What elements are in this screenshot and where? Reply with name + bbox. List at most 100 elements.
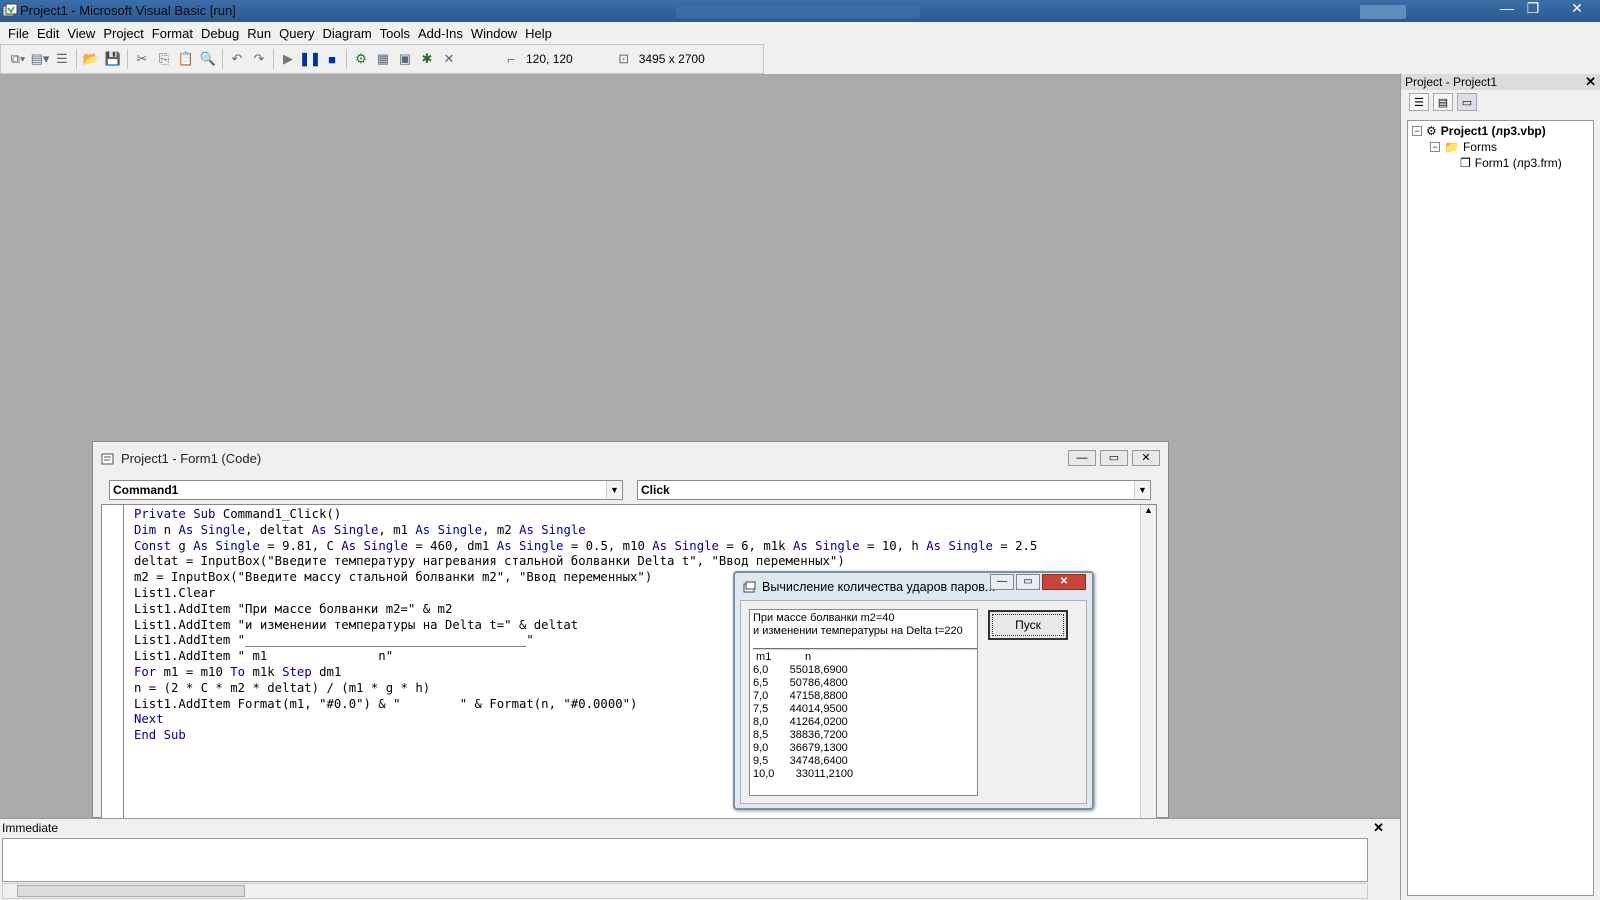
close-icon[interactable]: ✕ [1585,74,1596,90]
form-close-button[interactable]: ✕ [1042,574,1086,590]
menu-edit[interactable]: Edit [33,26,63,41]
list-item[interactable]: ________________________________________ [753,638,977,651]
code-close-button[interactable]: ✕ [1132,450,1160,466]
end-icon[interactable]: ■ [321,48,343,70]
toggle-folders-icon[interactable]: ▭ [1457,93,1477,111]
menu-help[interactable]: Help [521,26,556,41]
scrollbar-thumb[interactable] [17,885,245,897]
list-item[interactable]: 9,5 34748,6400 [753,755,974,768]
close-button[interactable]: ✕ [1564,0,1590,18]
copy-icon[interactable]: ⎘ [153,48,175,70]
list-item[interactable]: 8,0 41264,0200 [753,716,974,729]
view-code-icon[interactable]: ☰ [1409,93,1429,111]
immediate-title-bar[interactable]: Immediate ✕ [0,819,1400,837]
results-listbox[interactable]: При массе болванки m2=40 и изменении темп… [749,609,978,796]
menu-tools[interactable]: Tools [376,26,414,41]
form-minimize-button[interactable]: — [990,574,1014,590]
list-item[interactable]: 10,0 33011,2100 [753,768,974,781]
menu-editor-icon[interactable]: ☰ [51,48,73,70]
code-token: deltat = InputBox("Введите температуру н… [134,554,845,569]
paste-icon[interactable]: 📋 [175,48,197,70]
break-icon[interactable]: ❚❚ [299,48,321,70]
list-item[interactable]: 8,5 38836,7200 [753,729,974,742]
form-title-bar[interactable]: Вычисление количества ударов паров... [743,580,995,594]
chevron-down-icon[interactable]: ▼ [606,481,622,499]
code-token: , m2 [482,522,520,537]
list-item[interactable]: 7,0 47158,8800 [753,690,974,703]
form-layout-icon[interactable]: ▣ [394,48,416,70]
project-explorer-title-bar[interactable]: Project - Project1 ✕ [1401,74,1600,90]
add-project-icon[interactable]: ⧉▾ [7,48,29,70]
procedure-combo[interactable]: Click ▼ [637,480,1151,500]
menu-debug[interactable]: Debug [197,26,243,41]
minimize-button[interactable]: — [1494,0,1520,18]
find-icon[interactable]: 🔍 [197,48,219,70]
form-icon [743,581,756,592]
code-margin [102,505,124,818]
list-item[interactable]: m1 n [753,651,974,664]
open-project-icon[interactable]: 📂 [80,48,102,70]
code-token: List1.AddItem " m1 n" [134,649,394,664]
code-line: Const g As Single = 9.81, C As Single = … [134,539,1037,555]
menu-addins[interactable]: Add-Ins [414,26,467,41]
immediate-horizontal-scrollbar[interactable] [2,883,1368,899]
code-token: = 0.5, m10 [563,538,653,553]
menu-query[interactable]: Query [275,26,318,41]
view-object-icon[interactable]: ▤ [1433,93,1453,111]
collapse-icon[interactable]: − [1412,126,1422,136]
properties-window-icon[interactable]: ▦ [372,48,394,70]
restore-button[interactable]: ❐ [1520,0,1546,18]
object-browser-icon[interactable]: ✱ [416,48,438,70]
start-button[interactable]: Пуск [988,610,1068,640]
menu-window[interactable]: Window [467,26,521,41]
menu-project[interactable]: Project [99,26,147,41]
code-token: List1.AddItem "и изменении температуры н… [134,617,579,632]
list-item[interactable]: и изменении температуры на Delta t=220 [753,625,974,638]
code-line: deltat = InputBox("Введите температуру н… [134,554,1037,570]
code-token: n [163,522,179,537]
menu-view[interactable]: View [63,26,99,41]
start-icon[interactable]: ▶ [277,48,299,70]
code-token: = 6, m1k [718,538,793,553]
tree-item-forms[interactable]: − 📁 Forms [1430,140,1497,154]
menu-run[interactable]: Run [243,26,275,41]
chevron-down-icon[interactable]: ▼ [1134,481,1150,499]
save-project-icon[interactable]: 💾 [102,48,124,70]
list-item[interactable]: 7,5 44014,9500 [753,703,974,716]
form-maximize-button[interactable]: ▭ [1016,574,1040,590]
list-item[interactable]: При массе болванки m2=40 [753,612,974,625]
tree-item-form1[interactable]: ❐ Form1 (лр3.frm) [1460,156,1562,170]
code-vertical-scrollbar[interactable]: ▲ [1140,505,1156,818]
code-minimize-button[interactable]: — [1068,450,1096,466]
code-keyword: To [230,664,253,679]
list-item[interactable]: 6,5 50786,4800 [753,677,974,690]
cut-icon[interactable]: ✂ [131,48,153,70]
menu-diagram[interactable]: Diagram [319,26,376,41]
immediate-input[interactable] [2,838,1368,882]
menu-format[interactable]: Format [148,26,197,41]
list-item[interactable]: 9,0 36679,1300 [753,742,974,755]
toolbox-icon[interactable]: ✕ [438,48,460,70]
toolbar-separator [273,49,274,69]
project-explorer: Project - Project1 ✕ ☰ ▤ ▭ − ⚙ Project1 … [1400,74,1600,900]
menu-file[interactable]: File [4,26,33,41]
undo-icon[interactable]: ↶ [226,48,248,70]
collapse-icon[interactable]: − [1430,142,1440,152]
code-maximize-button[interactable]: ▭ [1100,450,1128,466]
code-token: List1.AddItem "_________________________… [134,633,534,648]
project-explorer-icon[interactable]: ⚙ [350,48,372,70]
object-combo[interactable]: Command1 ▼ [109,480,623,500]
code-token: List1.AddItem "При массе болванки m2=" &… [134,601,453,616]
tree-item-project[interactable]: − ⚙ Project1 (лр3.vbp) [1412,124,1546,138]
size-icon: ⊡ [618,51,630,66]
add-form-icon[interactable]: ▤▾ [29,48,51,70]
close-icon[interactable]: ✕ [1373,819,1384,837]
code-keyword: As Single [341,538,408,553]
vb-app-icon[interactable] [2,3,18,19]
form-file-icon: ❐ [1460,156,1471,170]
form-title: Вычисление количества ударов паров... [762,580,996,594]
list-item[interactable]: 6,0 55018,6900 [753,664,974,677]
code-token: dm1 [319,664,342,679]
redo-icon[interactable]: ↷ [248,48,270,70]
code-window-title-bar[interactable]: Project1 - Form1 (Code) — ▭ ✕ [93,442,1168,476]
